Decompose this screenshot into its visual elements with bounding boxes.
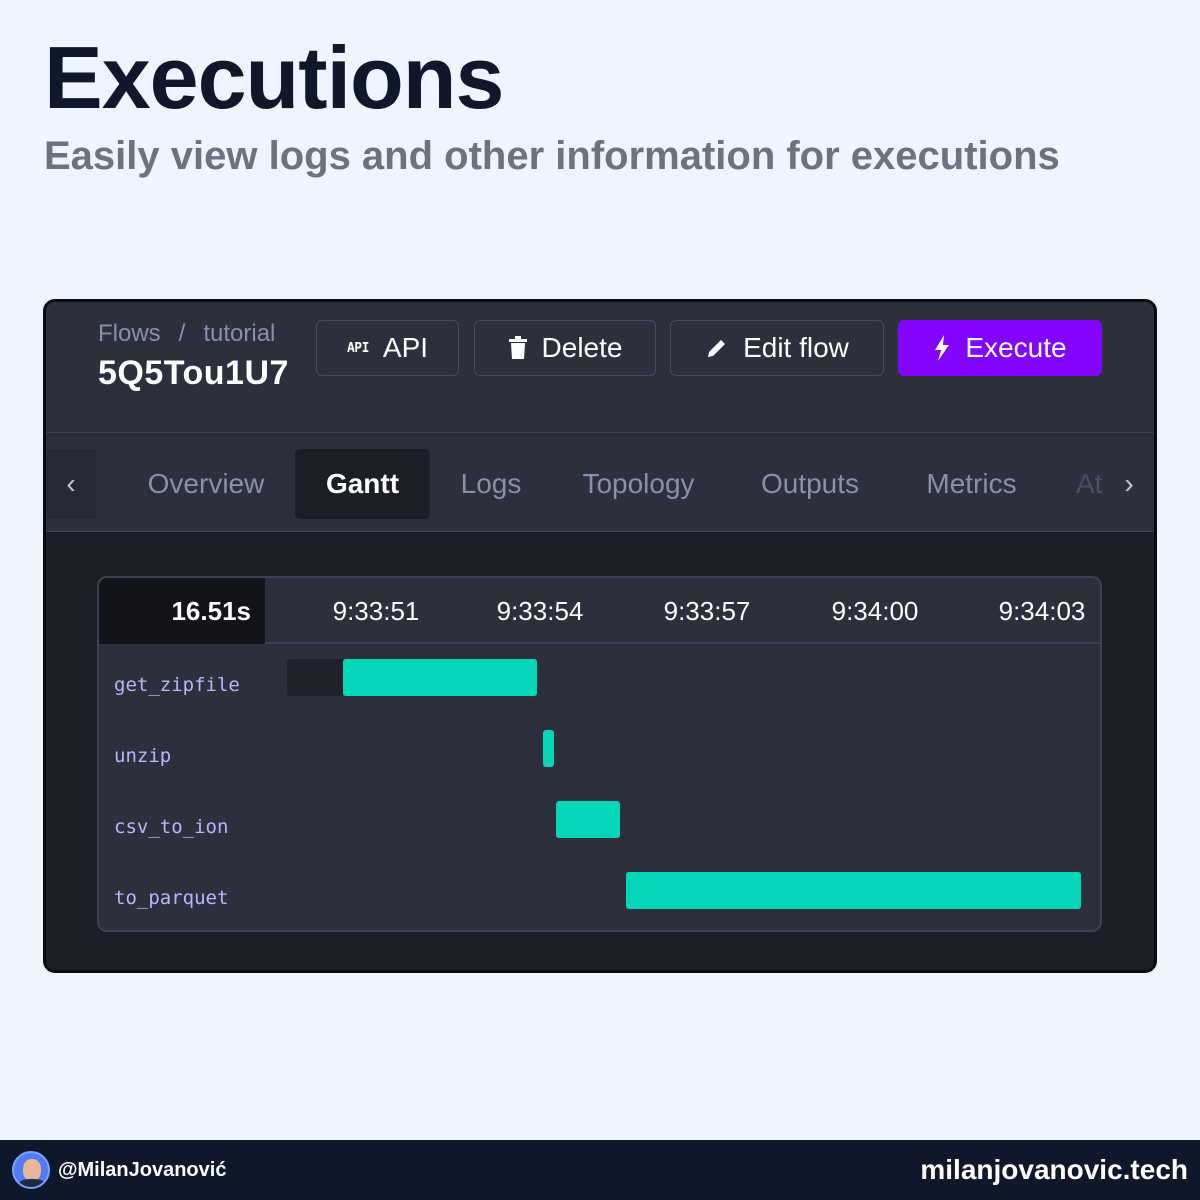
chevron-left-icon[interactable]: ‹: [46, 449, 96, 519]
total-duration: 16.51s: [99, 578, 265, 644]
task-label-get-zipfile[interactable]: get_zipfile: [114, 670, 240, 700]
trash-icon: [508, 336, 528, 360]
time-tick: 9:34:00: [831, 595, 919, 626]
page-subtitle: Easily view logs and other information f…: [44, 134, 1060, 178]
breadcrumb: Flows / tutorial: [98, 320, 290, 348]
page-title: Executions: [44, 28, 504, 127]
time-tick: 9:33:57: [663, 595, 751, 626]
tab-metrics[interactable]: Metrics: [914, 449, 1029, 519]
task-label-to-parquet[interactable]: to_parquet: [114, 883, 228, 913]
tab-bar: ‹ Overview Gantt Logs Topology Outputs M…: [46, 432, 1154, 532]
tab-topology[interactable]: Topology: [571, 449, 706, 519]
breadcrumb-flows[interactable]: Flows: [98, 320, 161, 347]
tab-overview[interactable]: Overview: [142, 449, 270, 519]
delete-button-label: Delete: [541, 332, 623, 363]
chevron-right-icon[interactable]: ›: [1104, 449, 1154, 519]
time-tick: 9:33:51: [332, 595, 420, 626]
task-bar-get-zipfile[interactable]: [342, 659, 537, 696]
footer: @MilanJovanović milanjovanovic.tech: [0, 1140, 1200, 1200]
api-button-label: API: [382, 332, 429, 363]
task-bar-to-parquet[interactable]: [625, 872, 1082, 909]
tab-gantt[interactable]: Gantt: [295, 449, 430, 519]
api-button[interactable]: API API: [316, 320, 459, 376]
time-tick: 9:34:03: [998, 595, 1086, 626]
author: @MilanJovanović: [12, 1151, 226, 1189]
breadcrumb-separator: /: [178, 320, 186, 347]
pencil-icon: [705, 336, 729, 360]
website-link[interactable]: milanjovanovic.tech: [920, 1154, 1188, 1186]
execution-header: Flows / tutorial 5Q5Tou1U7 API API Delete …: [46, 302, 1154, 532]
edit-flow-button[interactable]: Edit flow: [670, 320, 884, 376]
tab-logs[interactable]: Logs: [451, 449, 531, 519]
gantt-header: 16.51s 9:33:51 9:33:54 9:33:57 9:34:00 9…: [99, 578, 1100, 644]
tab-outputs[interactable]: Outputs: [750, 449, 870, 519]
delete-button[interactable]: Delete: [474, 320, 656, 376]
task-queued-bar: [287, 659, 343, 696]
execute-button-label: Execute: [965, 332, 1067, 363]
task-label-csv-to-ion[interactable]: csv_to_ion: [114, 812, 228, 842]
author-handle: @MilanJovanović: [58, 1158, 227, 1181]
task-label-unzip[interactable]: unzip: [114, 741, 171, 771]
gantt-chart: 16.51s 9:33:51 9:33:54 9:33:57 9:34:00 9…: [97, 576, 1102, 932]
time-tick: 9:33:54: [496, 595, 584, 626]
execution-id: 5Q5Tou1U7: [98, 354, 289, 392]
breadcrumb-namespace[interactable]: tutorial: [203, 320, 275, 347]
api-icon: API: [346, 340, 369, 356]
lightning-icon: [933, 335, 951, 361]
execute-button[interactable]: Execute: [898, 320, 1102, 376]
task-bar-unzip[interactable]: [542, 730, 554, 767]
app-window: Flows / tutorial 5Q5Tou1U7 API API Delete …: [43, 299, 1157, 973]
edit-flow-button-label: Edit flow: [743, 332, 849, 363]
avatar: [12, 1151, 50, 1189]
task-bar-csv-to-ion[interactable]: [556, 801, 621, 838]
